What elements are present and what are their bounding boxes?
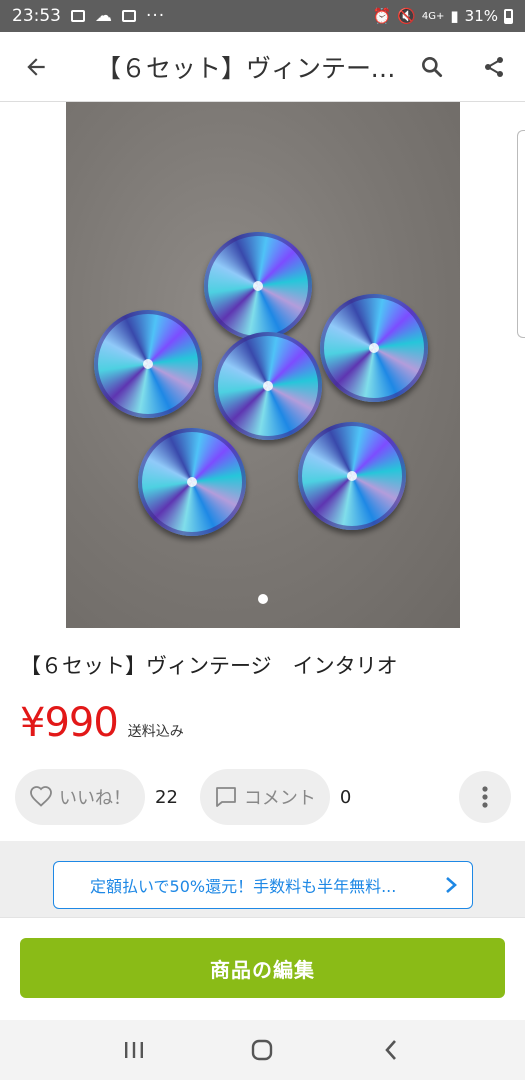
like-button[interactable]: いいね！ xyxy=(15,769,145,825)
gem-button-image xyxy=(298,422,406,530)
page-dot-active xyxy=(257,594,268,604)
home-icon xyxy=(252,1039,273,1061)
battery-label: 31% xyxy=(464,7,498,25)
price-row: ¥990 送料込み xyxy=(20,700,184,746)
heart-icon xyxy=(30,786,52,807)
recent-apps-icon xyxy=(125,1042,144,1058)
edge-panel-handle[interactable] xyxy=(517,130,525,338)
shipping-label: 送料込み xyxy=(127,724,184,740)
promo-text: 定額払いで50%還元！手数料も半年無料... xyxy=(90,877,397,896)
gem-button-image xyxy=(214,332,322,440)
price: ¥990 xyxy=(20,700,119,746)
back-button[interactable] xyxy=(0,32,72,102)
gem-button-image xyxy=(204,232,312,340)
search-button[interactable] xyxy=(401,32,463,102)
back-chevron-icon xyxy=(385,1040,396,1060)
chevron-right-icon xyxy=(446,877,457,893)
gem-button-image xyxy=(138,428,246,536)
home-button[interactable] xyxy=(232,1020,292,1080)
status-bar: 23:53 ☁ ··· ⏰ 🔇 4G+ ▮ 31% xyxy=(0,0,525,32)
promo-area: 定額払いで50%還元！手数料も半年無料... xyxy=(0,841,525,917)
comment-button[interactable]: コメント xyxy=(199,769,330,825)
promo-banner[interactable]: 定額払いで50%還元！手数料も半年無料... xyxy=(53,861,473,909)
like-label: いいね！ xyxy=(59,788,131,809)
item-title: 【６セット】ヴィンテージ インタリオ xyxy=(20,654,398,678)
share-icon xyxy=(485,56,503,77)
alarm-icon: ⏰ xyxy=(372,7,392,25)
search-icon xyxy=(422,56,443,77)
back-arrow-icon xyxy=(27,57,45,76)
page-title: 【６セット】ヴィンテージ インタリオ xyxy=(96,53,401,83)
comment-icon xyxy=(216,787,236,807)
gallery-icon xyxy=(71,10,85,22)
app-bar: 【６セット】ヴィンテージ インタリオ xyxy=(0,32,525,102)
gem-button-image xyxy=(94,310,202,418)
page-indicator xyxy=(0,594,525,604)
share-button[interactable] xyxy=(463,32,525,102)
clock: 23:53 xyxy=(12,6,61,26)
product-photo[interactable] xyxy=(66,102,460,628)
more-vert-icon xyxy=(482,786,488,808)
chevron-right-icon[interactable] xyxy=(477,344,507,384)
comment-label: コメント xyxy=(243,788,316,809)
gem-button-image xyxy=(320,294,428,402)
action-row: いいね！ 22 コメント 0 xyxy=(15,769,511,825)
system-nav-bar xyxy=(0,1020,525,1080)
network-label: 4G+ xyxy=(421,10,445,22)
like-count: 22 xyxy=(155,786,178,808)
more-options-button[interactable] xyxy=(459,771,511,823)
comment-count: 0 xyxy=(339,786,352,808)
calendar-icon xyxy=(122,10,136,22)
battery-icon xyxy=(504,8,513,24)
mute-icon: 🔇 xyxy=(397,7,416,25)
signal-icon: ▮ xyxy=(450,7,459,25)
image-gallery[interactable] xyxy=(0,102,525,628)
more-dots-icon: ··· xyxy=(146,6,166,26)
edit-item-button[interactable]: 商品の編集 xyxy=(20,938,505,998)
recent-apps-button[interactable] xyxy=(104,1020,164,1080)
cloud-icon: ☁ xyxy=(95,6,112,26)
cta-area: 商品の編集 xyxy=(0,917,525,1020)
system-back-button[interactable] xyxy=(361,1020,421,1080)
